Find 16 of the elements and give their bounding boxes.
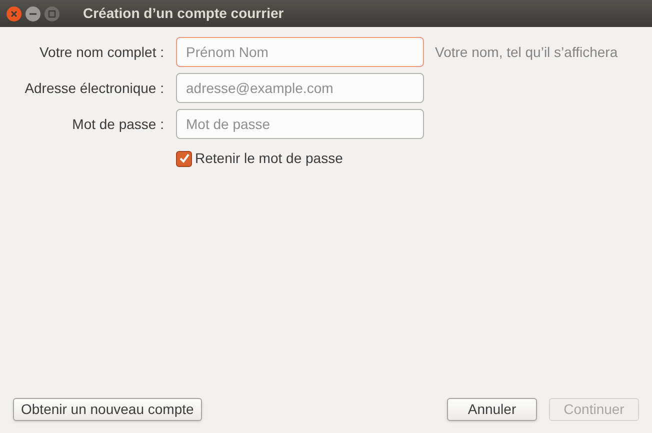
field-label: Adresse électronique : <box>24 78 165 98</box>
input-field[interactable]: Prénom Nom <box>176 37 424 67</box>
maximize-icon[interactable] <box>44 6 60 22</box>
input-field[interactable]: adresse@example.com <box>176 73 424 103</box>
input-field[interactable]: Mot de passe <box>176 109 424 139</box>
dialog-button[interactable]: Obtenir un nouveau compte <box>13 398 202 421</box>
checkbox-label: Retenir le mot de passe <box>195 149 343 168</box>
field-label: Mot de passe : <box>71 114 165 134</box>
dialog-button[interactable]: Annuler <box>447 398 537 421</box>
close-icon[interactable] <box>6 6 22 22</box>
window-title: Création d’un compte courrier <box>83 4 284 23</box>
minimize-icon[interactable] <box>25 6 41 22</box>
checkbox[interactable] <box>176 150 192 166</box>
field-hint: Votre nom, tel qu’il s’affichera <box>435 42 618 62</box>
checkmark-icon <box>178 153 190 164</box>
field-label: Votre nom complet : <box>38 42 165 62</box>
